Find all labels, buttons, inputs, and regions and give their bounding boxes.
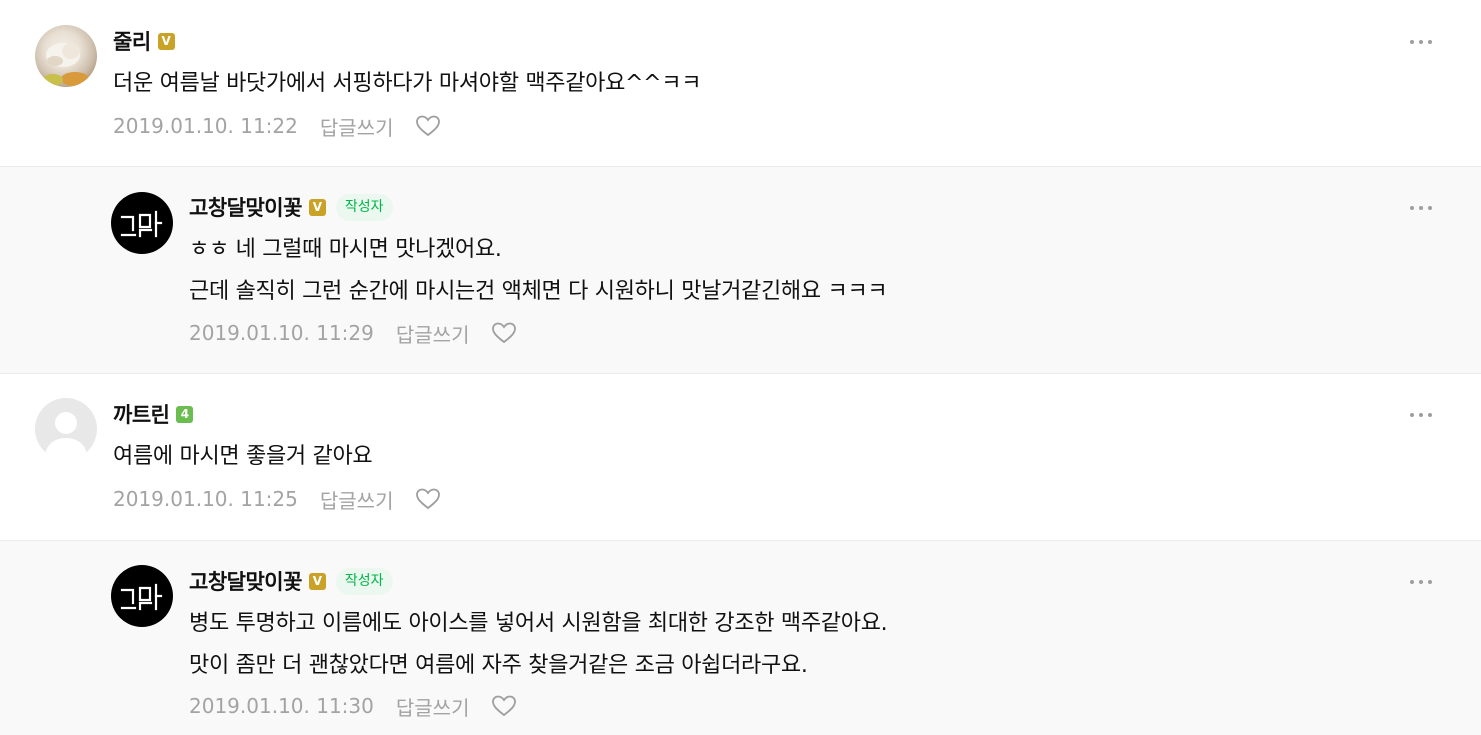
reply-button[interactable]: 답글쓰기 (320, 485, 394, 514)
writer-badge: 작성자 (335, 193, 393, 221)
heart-icon[interactable] (491, 321, 517, 345)
avatar[interactable] (35, 398, 97, 460)
comment-meta: 2019.01.10. 11:25 답글쓰기 (113, 484, 441, 514)
reply-button[interactable]: 답글쓰기 (396, 319, 470, 348)
comment-line: 병도 투명하고 이름에도 아이스를 넣어서 시원함을 최대한 강조한 맥주같아요… (189, 611, 888, 636)
comment-date: 2019.01.10. 11:30 (189, 694, 374, 718)
comment-line: 여름에 마시면 좋을거 같아요 (113, 444, 373, 469)
author-name[interactable]: 고창달맞이꽃 (189, 192, 302, 222)
more-icon[interactable] (1409, 576, 1433, 588)
author-name[interactable]: 고창달맞이꽃 (189, 566, 302, 596)
more-icon[interactable] (1409, 409, 1433, 421)
author-row: 줄리 V (113, 24, 175, 58)
person-icon (44, 412, 88, 460)
author-row: 고창달맞이꽃 V 작성자 (189, 564, 393, 598)
comment-item: 줄리 V 더운 여름날 바닷가에서 서핑하다가 마셔야할 맥주같아요^^ㅋㅋ 2… (0, 0, 1481, 166)
more-icon[interactable] (1409, 36, 1433, 48)
comment-text: ㅎㅎ 네 그럴때 마시면 맛나겠어요. 근데 솔직히 그런 순간에 마시는건 액… (189, 229, 888, 313)
reply-comment-item: 고창달맞이꽃 V 작성자 병도 투명하고 이름에도 아이스를 넣어서 시원함을 … (0, 541, 1481, 735)
level-badge: V (308, 572, 326, 590)
comment-text: 병도 투명하고 이름에도 아이스를 넣어서 시원함을 최대한 강조한 맥주같아요… (189, 603, 888, 687)
reply-button[interactable]: 답글쓰기 (396, 692, 470, 721)
comment-meta: 2019.01.10. 11:30 답글쓰기 (189, 691, 517, 721)
author-name[interactable]: 줄리 (113, 26, 151, 56)
comment-meta: 2019.01.10. 11:29 답글쓰기 (189, 318, 517, 348)
reply-comment-item: 고창달맞이꽃 V 작성자 ㅎㅎ 네 그럴때 마시면 맛나겠어요. 근데 솔직히 … (0, 167, 1481, 373)
cat-photo-icon (43, 43, 89, 86)
comment-line: 더운 여름날 바닷가에서 서핑하다가 마셔야할 맥주같아요^^ㅋㅋ (113, 71, 702, 96)
comment-date: 2019.01.10. 11:29 (189, 321, 374, 345)
heart-icon[interactable] (491, 694, 517, 718)
author-row: 까트린 4 (113, 397, 194, 431)
author-name[interactable]: 까트린 (113, 399, 170, 429)
logo-icon (120, 583, 163, 611)
comment-text: 더운 여름날 바닷가에서 서핑하다가 마셔야할 맥주같아요^^ㅋㅋ (113, 63, 701, 105)
logo-icon (120, 210, 163, 238)
avatar[interactable] (111, 565, 173, 627)
level-badge: V (308, 198, 326, 216)
heart-icon[interactable] (415, 114, 441, 138)
avatar[interactable] (35, 25, 97, 87)
comment-line: 맛이 좀만 더 괜찮았다면 여름에 자주 찾을거같은 조금 아쉽더라구요. (189, 653, 808, 678)
comment-line: ㅎㅎ 네 그럴때 마시면 맛나겠어요. (189, 237, 502, 262)
level-badge: V (157, 32, 175, 50)
avatar[interactable] (111, 192, 173, 254)
comment-date: 2019.01.10. 11:22 (113, 114, 298, 138)
comment-line: 근데 솔직히 그런 순간에 마시는건 액체면 다 시원하니 맛날거같긴해요 ㅋㅋ… (189, 279, 888, 304)
author-row: 고창달맞이꽃 V 작성자 (189, 190, 393, 224)
level-badge: 4 (176, 405, 194, 423)
comment-date: 2019.01.10. 11:25 (113, 487, 298, 511)
comment-meta: 2019.01.10. 11:22 답글쓰기 (113, 111, 441, 141)
more-icon[interactable] (1409, 202, 1433, 214)
heart-icon[interactable] (415, 487, 441, 511)
comment-text: 여름에 마시면 좋을거 같아요 (113, 436, 373, 478)
writer-badge: 작성자 (335, 567, 393, 595)
reply-button[interactable]: 답글쓰기 (320, 112, 394, 141)
comment-item: 까트린 4 여름에 마시면 좋을거 같아요 2019.01.10. 11:25 … (0, 374, 1481, 540)
